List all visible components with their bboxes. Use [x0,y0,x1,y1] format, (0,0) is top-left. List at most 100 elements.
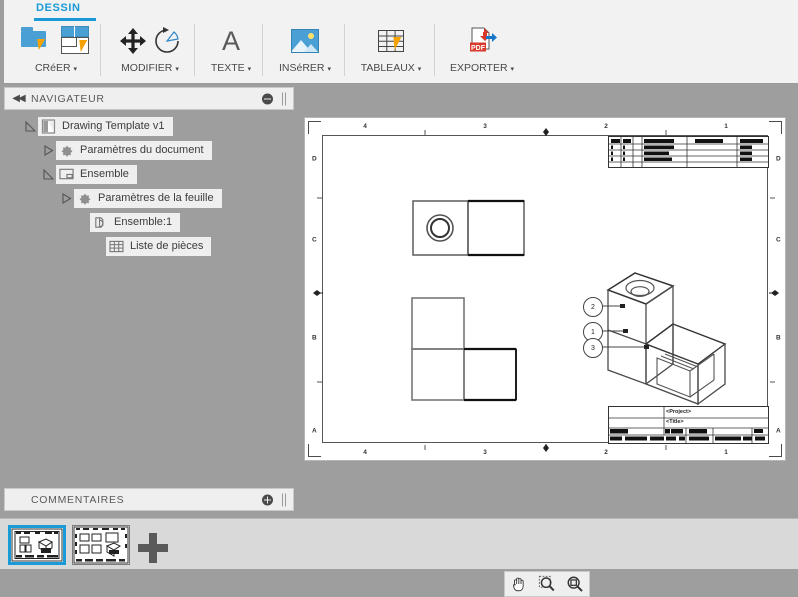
move-icon[interactable] [117,25,149,57]
rotate-icon[interactable] [151,25,183,57]
double-left-arrow-icon[interactable]: ◀◀ [5,88,31,109]
chevron-down-icon: ▾ [417,66,422,73]
group-divider-2 [194,24,195,76]
sheet-thumbnail-2[interactable] [72,525,130,565]
navigator-title: NAVIGATEUR [31,92,105,105]
parts-list-content [609,132,768,167]
tree-item-drawing-template[interactable]: Drawing Template v1 [4,114,294,138]
tree-item-label-wrap: Ensemble [56,164,137,184]
ribbon-group-modifier: MODIFIER ▾ [104,20,196,82]
view-isometric [606,272,727,406]
exporter-icons: PDF [465,20,499,62]
sheet-tabs-bar [0,518,798,569]
tree-item-text: Ensemble:1 [114,216,173,228]
tree-item-label-wrap: Paramètres de la feuille [74,188,222,208]
sheet-thumbnail-1[interactable] [8,525,66,565]
tree-twisty-none [74,210,90,234]
main-workspace: ◀◀ NAVIGATEUR Drawing Template v1 Paramè… [0,84,798,597]
tree-item-label-wrap: Liste de pièces [106,236,212,256]
plus-circle-icon[interactable] [262,494,273,505]
ribbon-group-label-texte[interactable]: TEXTE ▾ [211,62,251,74]
tree-twisty-expanded-icon[interactable] [40,162,56,186]
chevron-down-icon: ▾ [73,66,78,73]
balloon-arrows [620,304,649,349]
tree-item-label-wrap: Ensemble:1 [90,212,181,232]
minus-circle-icon[interactable] [262,93,273,104]
pan-icon[interactable] [507,573,531,595]
ribbon-group-label-modifier[interactable]: MODIFIER ▾ [121,62,179,74]
ribbon-group-creer: CRéER ▾ [10,20,102,82]
ribbon-toolbar: DESSIN CRéER ▾ MODIFIER ▾ A TEXTE ▾ INSé… [0,0,798,84]
sheet-icon [56,165,76,184]
tree-item-label-wrap: Drawing Template v1 [38,116,173,136]
tree-item-text: Drawing Template v1 [62,120,165,132]
ribbon-group-exporter: PDF EXPORTER ▾ [438,20,526,82]
title-block[interactable]: <Project> <Title> [608,406,769,444]
group-divider-3 [262,24,263,76]
ribbon-group-label-creer[interactable]: CRéER ▾ [35,62,77,74]
assembly-view-icon [90,213,110,232]
group-divider-5 [434,24,435,76]
texte-icons: A [216,20,246,62]
ribbon-group-inserer: INSéRER ▾ [266,20,344,82]
panel-resize-grip[interactable] [282,92,288,105]
group-divider-1 [100,24,101,76]
tree-item-text: Ensemble [80,168,129,180]
table-icon[interactable] [374,25,408,57]
new-drawing-icon[interactable] [21,25,57,57]
tab-dessin[interactable]: DESSIN [30,2,87,14]
view-front [411,297,517,402]
drawing-icon [38,117,58,136]
parts-table-icon [106,237,126,256]
ribbon-group-label-inserer[interactable]: INSéRER ▾ [279,62,331,74]
modifier-icons [117,20,183,62]
inserer-icons [289,20,321,62]
tree-item-parametres-feuille[interactable]: Paramètres de la feuille [4,186,294,210]
tree-item-ensemble[interactable]: Ensemble [4,162,294,186]
balloon-3[interactable]: 3 [583,338,603,358]
tree-twisty-none [90,234,106,258]
exporter-label-text: EXPORTER [449,62,508,74]
ribbon-group-label-tableaux[interactable]: TABLEAUX ▾ [361,62,422,74]
balloon-label: 1 [591,328,595,336]
creer-label-text: CRéER [34,62,71,74]
tree-twisty-collapsed-icon[interactable] [58,186,74,210]
tableaux-icons [374,20,408,62]
tree-item-label-wrap: Paramètres du document [56,140,212,160]
navigator-panel-header: ◀◀ NAVIGATEUR [4,87,294,110]
tree-item-liste-de-pieces[interactable]: Liste de pièces [4,234,294,258]
plus-icon[interactable] [138,533,168,563]
tree-item-text: Paramètres du document [80,144,204,156]
tree-twisty-collapsed-icon[interactable] [40,138,56,162]
group-divider-4 [344,24,345,76]
balloon-label: 2 [591,303,595,311]
modifier-label-text: MODIFIER [121,62,173,74]
zoom-window-icon[interactable] [535,573,559,595]
zoom-fit-icon[interactable] [563,573,587,595]
chevron-down-icon: ▾ [327,66,332,73]
gear-icon [56,141,76,160]
tree-twisty-expanded-icon[interactable] [22,114,38,138]
title-block-title-field[interactable]: <Title> [666,419,684,425]
title-block-project-field[interactable]: <Project> [666,409,691,415]
export-pdf-icon[interactable]: PDF [465,24,499,58]
text-icon[interactable]: A [216,25,246,57]
drawing-canvas[interactable]: 4 3 2 1 4 3 2 1 D C B A D C B A 2 1 3 <P… [300,114,790,464]
tree-item-parametres-document[interactable]: Paramètres du document [4,138,294,162]
comments-panel-header[interactable]: COMMENTAIRES [4,488,294,511]
parts-list-table[interactable] [608,132,769,168]
insert-image-icon[interactable] [289,25,321,57]
balloon-label: 3 [591,344,595,352]
tree-item-text: Paramètres de la feuille [98,192,214,204]
comments-title: COMMENTAIRES [31,493,125,506]
drawing-sheet[interactable]: 4 3 2 1 4 3 2 1 D C B A D C B A 2 1 3 <P… [304,117,786,461]
new-sheet-icon[interactable] [59,24,91,58]
tree-item-ensemble-1[interactable]: Ensemble:1 [4,210,294,234]
creer-icons [21,20,91,62]
comments-resize-grip[interactable] [282,493,288,506]
svg-text:PDF: PDF [471,45,486,52]
balloon-2[interactable]: 2 [583,297,603,317]
ribbon-group-label-exporter[interactable]: EXPORTER ▾ [450,62,514,74]
texte-label-text: TEXTE [210,62,245,74]
inserer-label-text: INSéRER [278,62,325,74]
